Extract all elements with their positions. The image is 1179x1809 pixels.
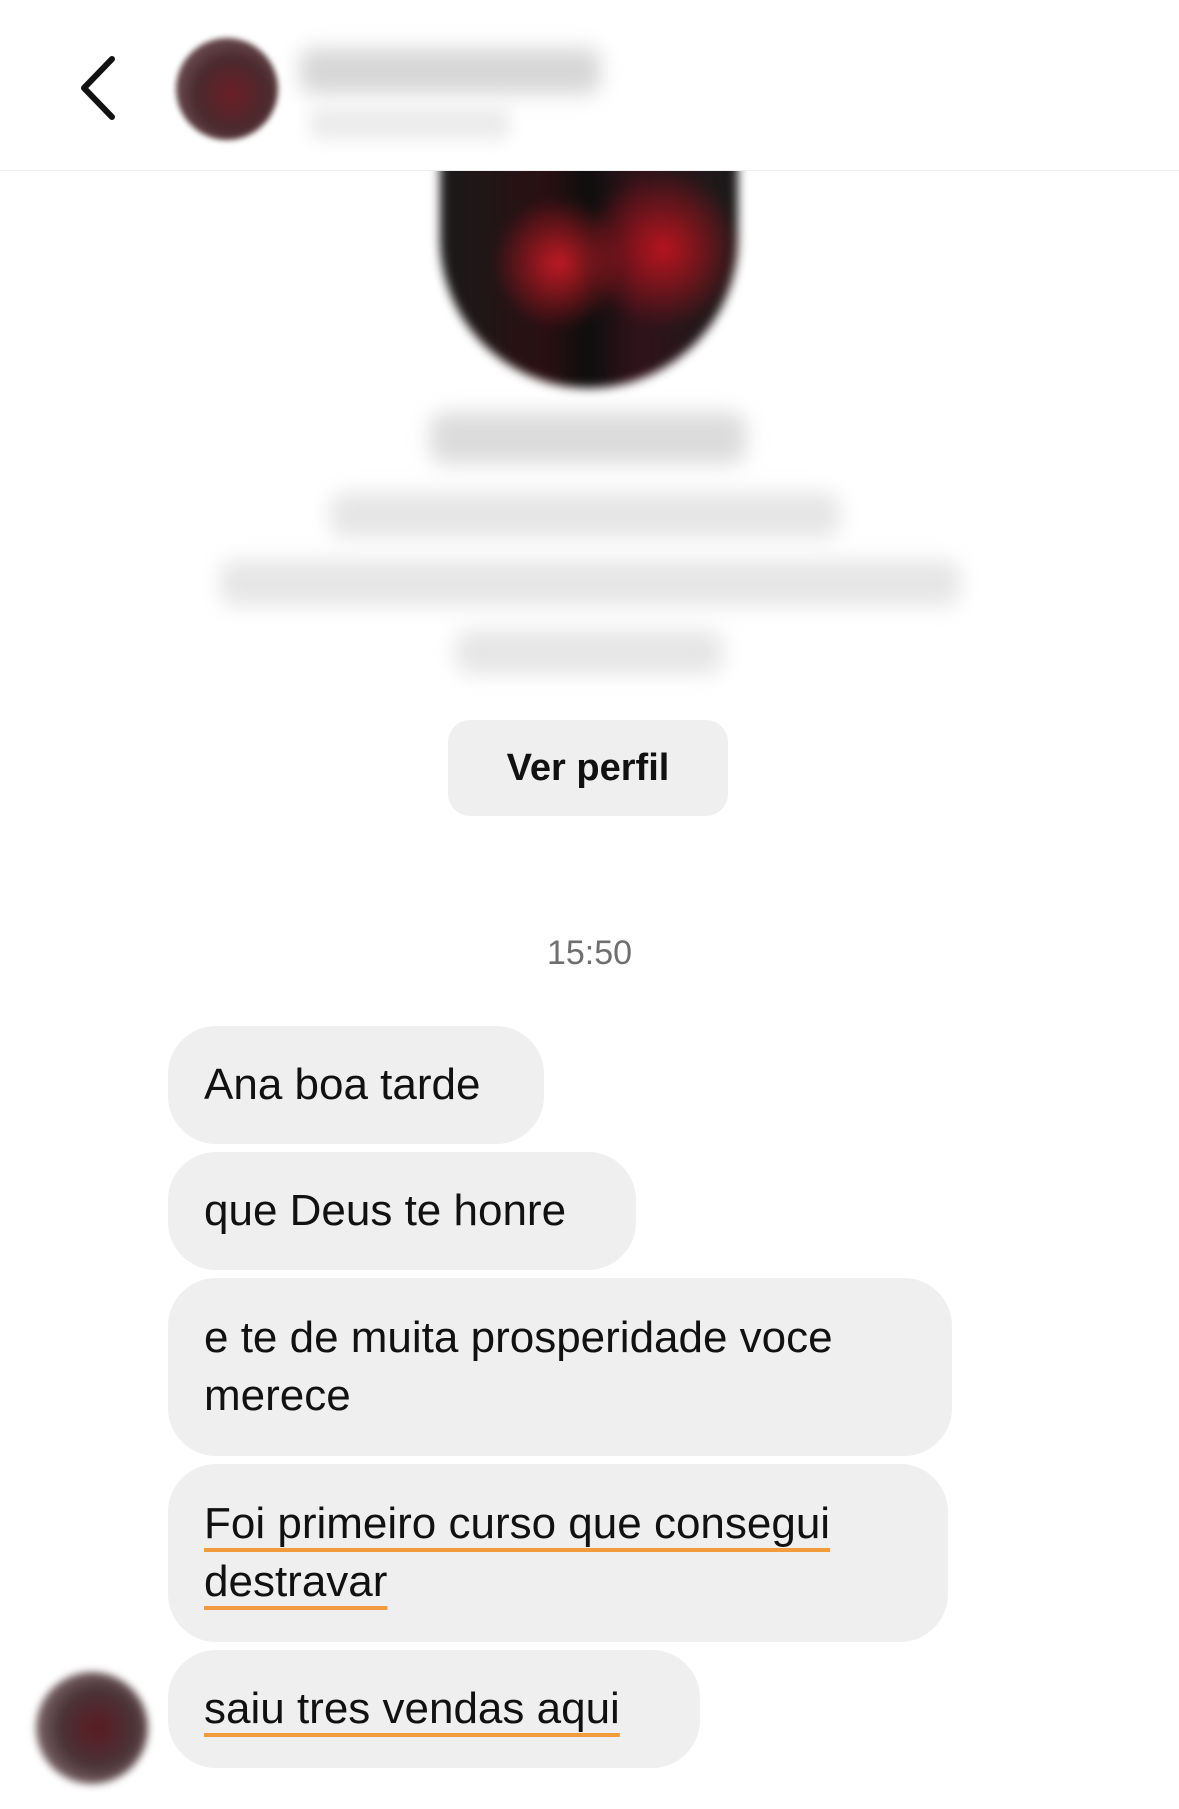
chat-header [0,0,1179,171]
message-bubble[interactable]: Foi primeiro curso que consegui destrava… [168,1464,948,1642]
sender-avatar[interactable] [36,1672,148,1784]
message-text: que Deus te honre [204,1186,567,1235]
message-text: e te de muita prosperidade voce merece [204,1313,833,1420]
profile-bio-line [220,560,960,606]
message-bubble[interactable]: que Deus te honre [168,1152,636,1270]
contact-subtitle [310,106,510,140]
contact-avatar[interactable] [176,38,278,140]
chevron-left-icon [81,56,115,120]
view-profile-button[interactable]: Ver perfil [448,720,728,816]
message-text: saiu tres vendas aqui [204,1684,620,1733]
back-button[interactable] [58,48,138,128]
profile-bio-line [330,492,840,538]
message-bubble[interactable]: e te de muita prosperidade voce merece [168,1278,952,1456]
contact-name[interactable] [300,48,600,94]
profile-bio-line [455,630,723,674]
message-text: Ana boa tarde [204,1060,481,1109]
profile-name [430,412,746,464]
message-bubble[interactable]: saiu tres vendas aqui [168,1650,700,1768]
message-timestamp: 15:50 [546,934,633,972]
message-bubble[interactable]: Ana boa tarde [168,1026,544,1144]
message-text: Foi primeiro curso que consegui destrava… [204,1499,831,1606]
